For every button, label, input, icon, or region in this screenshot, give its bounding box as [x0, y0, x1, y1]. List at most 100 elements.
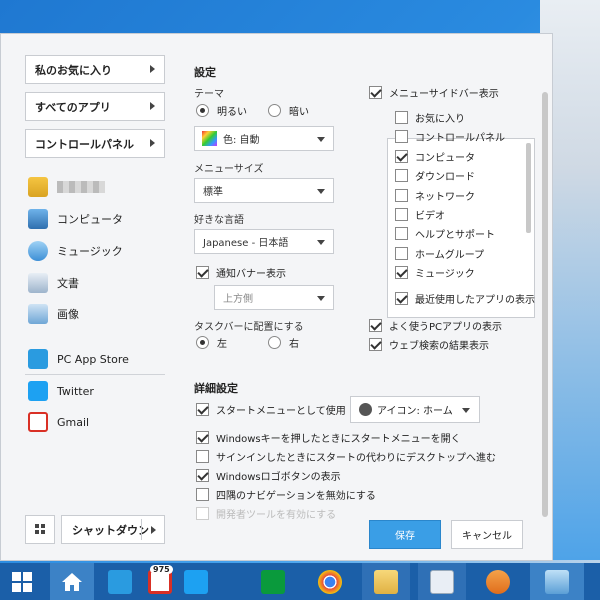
menu-size-label: メニューサイズ [194, 164, 264, 175]
recent-apps-checkbox[interactable]: 最近使用したアプリの表示 [395, 291, 535, 306]
app-twitter[interactable]: Twitter [28, 380, 94, 402]
notify-banner-label: 通知バナー表示 [216, 269, 286, 280]
favorites-button[interactable]: 私のお気に入り [25, 55, 165, 84]
sidebar-show-label: メニューサイドバー表示 [389, 89, 499, 100]
theme-light-radio[interactable]: 明るい [196, 103, 247, 118]
chrome-icon [318, 569, 342, 594]
radio-unselected-icon [268, 104, 281, 117]
notify-position-select[interactable]: 上方側 [214, 285, 334, 310]
taskbar-window-1[interactable] [418, 563, 466, 600]
sidebar-item-control-panel[interactable]: コントロールパネル [395, 129, 505, 144]
shutdown-divider [141, 519, 142, 540]
notify-banner-checkbox[interactable]: 通知バナー表示 [196, 265, 286, 280]
option-label: Windowsキーを押したときにスタートメニューを開く [216, 434, 461, 445]
place-label: コンピュータ [57, 213, 123, 226]
taskbar-media[interactable] [478, 563, 518, 600]
corner-nav-checkbox[interactable]: 四隅のナビゲーションを無効にする [196, 487, 376, 502]
frequent-apps-checkbox[interactable]: よく使うPCアプリの表示 [369, 318, 502, 333]
desktop-on-signin-checkbox[interactable]: サインインしたときにスタートの代わりにデスクトップへ進む [196, 449, 496, 464]
taskbar-app-store[interactable] [102, 563, 138, 600]
taskbar-home-button[interactable] [50, 563, 94, 600]
checkbox-checked-icon [369, 338, 382, 351]
menu-size-value: 標準 [203, 187, 223, 198]
option-label: 四隅のナビゲーションを無効にする [216, 491, 376, 502]
sidebar-item-label: ホームグループ [415, 250, 485, 261]
dev-tools-checkbox[interactable]: 開発者ツールを有効にする [196, 506, 336, 521]
sidebar-item-video[interactable]: ビデオ [395, 207, 445, 222]
place-label: 文書 [57, 277, 79, 290]
settings-scrollbar[interactable] [542, 92, 548, 517]
media-player-icon [486, 569, 510, 594]
cancel-button[interactable]: キャンセル [451, 520, 523, 549]
tile-view-button[interactable] [25, 515, 55, 544]
menu-size-select[interactable]: 標準 [194, 178, 334, 203]
dropdown-arrow-icon [317, 240, 325, 245]
windows-logo-checkbox[interactable]: Windowsロゴボタンの表示 [196, 468, 341, 483]
chevron-right-icon[interactable] [151, 526, 156, 534]
checkbox-icon [395, 208, 408, 221]
shutdown-button[interactable]: シャットダウン [61, 515, 165, 544]
checkbox-checked-icon [395, 292, 408, 305]
place-pictures[interactable]: 画像 [28, 303, 79, 325]
twitter-icon [28, 381, 48, 401]
sidebar-show-checkbox[interactable]: メニューサイドバー表示 [369, 85, 499, 100]
taskbar-left-radio[interactable]: 左 [196, 335, 227, 350]
web-search-checkbox[interactable]: ウェブ検索の結果表示 [369, 337, 489, 352]
checkbox-icon [395, 169, 408, 182]
settings-heading: 設定 [194, 66, 216, 79]
taskbar-right-radio[interactable]: 右 [268, 335, 299, 350]
user-name-redacted [57, 181, 105, 193]
windows-key-checkbox[interactable]: Windowsキーを押したときにスタートメニューを開く [196, 430, 461, 445]
pc-app-store-icon [28, 349, 48, 369]
place-music[interactable]: ミュージック [28, 240, 123, 262]
control-panel-button[interactable]: コントロールパネル [25, 129, 165, 158]
app-pc-app-store[interactable]: PC App Store [28, 348, 129, 370]
radio-selected-icon [196, 336, 209, 349]
taskbar-start-button[interactable] [0, 563, 44, 600]
taskbar-control-panel[interactable] [530, 563, 584, 600]
language-select[interactable]: Japanese - 日本語 [194, 229, 334, 254]
save-button[interactable]: 保存 [369, 520, 441, 549]
place-computer[interactable]: コンピュータ [28, 208, 123, 230]
place-user-folder[interactable] [28, 176, 105, 198]
sidebar-item-label: ネットワーク [415, 192, 475, 203]
sidebar-item-help[interactable]: ヘルプとサポート [395, 226, 495, 241]
app-gmail[interactable]: Gmail [28, 411, 89, 433]
theme-dark-radio[interactable]: 暗い [268, 103, 309, 118]
sidebar-item-music[interactable]: ミュージック [395, 265, 475, 280]
taskbar-chrome[interactable] [308, 563, 352, 600]
option-label: Windowsロゴボタンの表示 [216, 472, 341, 483]
start-menu-settings-panel: 私のお気に入り すべてのアプリ コントロールパネル コンピュータ ミュージック … [0, 33, 553, 561]
grid-icon [35, 524, 45, 534]
sidebar-item-computer[interactable]: コンピュータ [395, 149, 475, 164]
dropdown-arrow-icon [317, 189, 325, 194]
icon-select[interactable]: アイコン: ホーム [350, 396, 480, 423]
chevron-right-icon [150, 65, 155, 73]
all-apps-button[interactable]: すべてのアプリ [25, 92, 165, 121]
theme-dark-label: 暗い [289, 107, 309, 118]
shutdown-label: シャットダウン [72, 523, 149, 537]
color-select[interactable]: 色: 自動 [194, 126, 334, 151]
sidebar-item-label: お気に入り [415, 114, 465, 125]
place-documents[interactable]: 文書 [28, 272, 79, 294]
place-label: 画像 [57, 308, 79, 321]
sidebar-item-favorites[interactable]: お気に入り [395, 110, 465, 125]
taskbar-right-label: 右 [289, 339, 299, 350]
checkbox-checked-icon [196, 403, 209, 416]
taskbar-store[interactable] [255, 563, 291, 600]
web-search-label: ウェブ検索の結果表示 [389, 341, 489, 352]
sidebar-item-downloads[interactable]: ダウンロード [395, 168, 475, 183]
checkbox-checked-icon [196, 469, 209, 482]
checkbox-icon [395, 189, 408, 202]
start-menu-checkbox[interactable]: スタートメニューとして使用 [196, 402, 346, 417]
checkbox-icon [196, 488, 209, 501]
checkbox-checked-icon [196, 431, 209, 444]
taskbar-explorer[interactable] [362, 563, 410, 600]
list-scrollbar[interactable] [526, 143, 531, 233]
sidebar-item-network[interactable]: ネットワーク [395, 188, 475, 203]
taskbar-twitter[interactable] [178, 563, 214, 600]
radio-selected-icon [196, 104, 209, 117]
checkbox-icon [196, 450, 209, 463]
sidebar-item-homegroup[interactable]: ホームグループ [395, 246, 484, 261]
twitter-icon [184, 569, 208, 594]
